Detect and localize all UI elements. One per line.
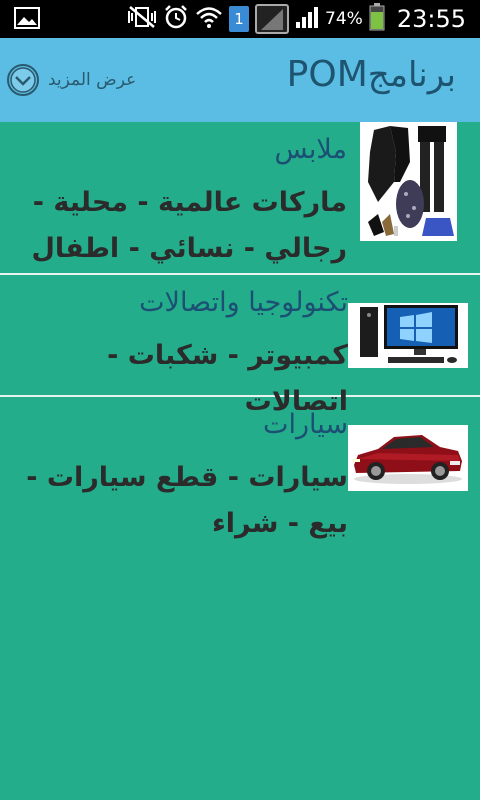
item-title: ملابس bbox=[274, 134, 347, 165]
signal-icon bbox=[255, 4, 290, 34]
computer-image bbox=[348, 303, 468, 368]
list-item-cars[interactable]: سيارات سيارات - قطع سيارات - بيع - شراء bbox=[0, 397, 480, 577]
list-item-clothes[interactable]: ملابس ماركات عالمية - محلية - رجالي - نس… bbox=[0, 122, 480, 275]
alarm-icon bbox=[163, 4, 189, 34]
item-description: ماركات عالمية - محلية - رجالي - نسائي - … bbox=[31, 187, 348, 264]
status-bar: 1 74% 23:55 bbox=[0, 0, 480, 38]
action-bar: عرض المزيد برنامجPOM bbox=[0, 38, 480, 122]
battery-percent: 74% bbox=[325, 9, 363, 29]
app-title: برنامجPOM bbox=[287, 54, 456, 95]
car-image bbox=[348, 425, 468, 491]
clothing-image bbox=[360, 122, 457, 241]
item-title: سيارات bbox=[263, 409, 348, 440]
more-button[interactable]: عرض المزيد bbox=[6, 62, 136, 98]
signal-icon bbox=[295, 5, 319, 33]
item-description: سيارات - قطع سيارات - بيع - شراء bbox=[26, 462, 348, 539]
image-icon bbox=[14, 7, 40, 33]
more-label: عرض المزيد bbox=[48, 70, 137, 90]
sim-icon: 1 bbox=[229, 6, 250, 32]
mute-vibrate-icon bbox=[127, 5, 157, 33]
app-title-prefix: برنامج bbox=[367, 55, 456, 95]
wifi-icon bbox=[195, 5, 223, 33]
category-list: ملابس ماركات عالمية - محلية - رجالي - نس… bbox=[0, 122, 480, 577]
clock: 23:55 bbox=[396, 5, 466, 33]
app-title-name: POM bbox=[286, 54, 368, 95]
battery-icon bbox=[369, 3, 385, 35]
item-title: تكنولوجيا واتصالات bbox=[139, 287, 348, 318]
chevron-down-circle-icon bbox=[6, 63, 40, 97]
list-item-technology[interactable]: تكنولوجيا واتصالات كمبيوتر - شكبات - اتص… bbox=[0, 275, 480, 417]
